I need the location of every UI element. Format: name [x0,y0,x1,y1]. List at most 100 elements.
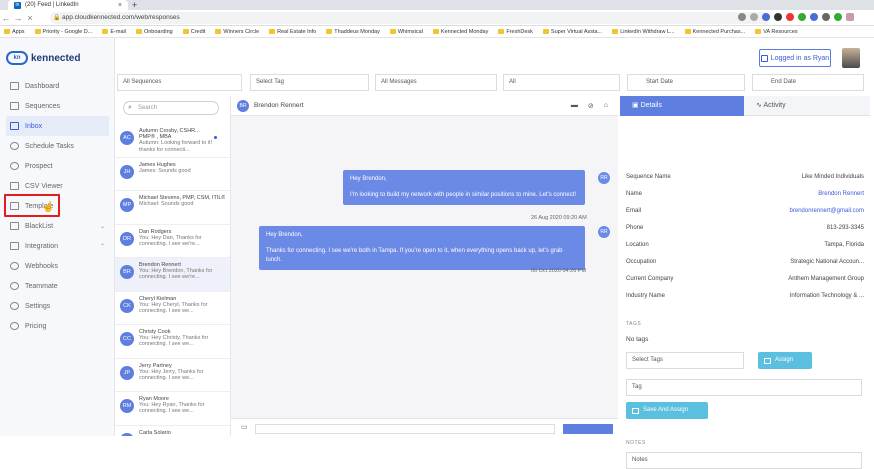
conversation-text: Brendon RennertYou: Hey Brendon, Thanks … [139,262,227,291]
bookmark-item[interactable]: LinkedIn Withdraw L... [612,29,674,35]
sidebar-item-sequences[interactable]: Sequences [0,96,115,116]
extension-icon[interactable] [834,13,842,21]
reload-icon[interactable]: × [24,13,36,23]
sidebar-item-blacklist[interactable]: BlackList⌄ [0,216,115,236]
extension-icon[interactable] [786,13,794,21]
avatar: AC [120,131,134,145]
assign-icon [764,358,771,364]
list-item[interactable]: RMRyan MooreYou: Hey Ryan, Thanks for co… [115,392,231,426]
block-icon[interactable]: ⊘ [588,102,594,110]
select-tags-dropdown[interactable]: Select Tags [626,352,744,369]
assign-button[interactable]: Assign [758,352,812,369]
bookmark-label: FreshDesk [506,29,533,35]
bookmark-item[interactable]: Thaddeus Monday [326,29,380,35]
bookmark-label: E-mail [110,29,126,35]
tag-filter[interactable]: Select Tag [250,74,369,91]
message-filter[interactable]: All Messages [375,74,497,91]
sidebar-item-csv-viewer[interactable]: CSV Viewer [0,176,115,196]
clock-icon [10,142,19,150]
avatar: BR [120,265,134,279]
conversation-text: Carla SolarioYou: Hey Carla, Thanks for … [139,430,227,437]
list-item[interactable]: JH James HughesJames: Sounds good [115,158,231,192]
bookmark-label: Real Estate Info [277,29,316,35]
tab-details[interactable]: ▣ Details [620,96,744,116]
list-item[interactable]: CCChristy CookYou: Hey Christy, Thanks f… [115,325,231,359]
notes-input[interactable]: Notes [626,452,862,469]
avatar[interactable] [842,48,860,68]
bookmark-item[interactable]: Kennected Monday [433,29,488,35]
bookmark-item[interactable]: E-mail [102,29,126,35]
avatar: JH [120,165,134,179]
bookmark-item[interactable]: Priority - Google D... [35,29,93,35]
new-tab-button[interactable]: + [132,0,137,10]
start-date-placeholder: Start Date [646,79,673,85]
message-input[interactable] [255,424,555,434]
save-and-assign-button[interactable]: Save And Assign [626,402,708,419]
tab-activity[interactable]: ∿ Activity [744,96,870,116]
tag-input[interactable]: Tag [626,379,862,396]
sidebar-item-settings[interactable]: Settings [0,296,115,316]
key-icon[interactable] [738,13,746,21]
puzzle-icon[interactable] [822,13,830,21]
bookmark-item[interactable]: Credit [183,29,206,35]
start-date-field[interactable]: Start Date [627,74,745,91]
detail-value[interactable]: Brendon Rennert [818,191,864,197]
sidebar-item-schedule-tasks[interactable]: Schedule Tasks [0,136,115,156]
list-item[interactable]: MPMichael Stevens, PMP, CSM, ITIL®Michae… [115,191,231,225]
bookmark-item[interactable]: Real Estate Info [269,29,316,35]
search-input[interactable]: ⌕ Search [123,101,219,115]
list-item[interactable]: CSCarla SolarioYou: Hey Carla, Thanks fo… [115,426,231,437]
sidebar-item-webhooks[interactable]: Webhooks [0,256,115,276]
list-item[interactable]: DRDan RodgersYou: Hey Dan, Thanks for co… [115,225,231,259]
extension-icon[interactable] [798,13,806,21]
back-icon[interactable]: ← [0,13,12,23]
list-item[interactable]: CKCheryl KielmanYou: Hey Cheryl, Thanks … [115,292,231,326]
close-tab-icon[interactable]: × [118,2,122,9]
url-text: app.cloudkennected.com/web/responses [62,14,180,21]
folder-icon [433,29,439,34]
sidebar-item-dashboard[interactable]: Dashboard [0,76,115,96]
bookmark-item[interactable]: Onboarding [136,29,173,35]
bookmark-item[interactable]: Super Virtual Assta... [543,29,602,35]
star-icon[interactable] [750,13,758,21]
archive-icon[interactable]: ▬ [571,102,578,110]
send-button[interactable] [563,424,613,434]
sidebar-item-prospect[interactable]: Prospect [0,156,115,176]
bookmark-item[interactable]: Winners Circle [215,29,259,35]
sidebar-item-teammate[interactable]: Teammate [0,276,115,296]
status-filter[interactable]: All [503,74,620,91]
logo[interactable]: kn kennected [6,51,80,65]
url-field[interactable]: 🔒 app.cloudkennected.com/web/responses [50,12,770,24]
bookmark-item[interactable]: Whimsical [390,29,423,35]
sidebar-item-pricing[interactable]: Pricing [0,316,115,336]
extension-icon[interactable] [810,13,818,21]
browser-tab[interactable]: in (20) Feed | LinkedIn × [8,0,128,10]
conversation-preview: You: Hey Cheryl, Thanks for connecting. … [139,302,227,314]
inbox-tray-icon[interactable]: ⌂ [604,102,608,110]
list-item[interactable]: BR Brendon RennertYou: Hey Brendon, Thank… [115,258,231,292]
detail-value[interactable]: brendonrennert@gmail.com [790,208,864,214]
bookmark-item[interactable]: Apps [4,29,25,35]
extension-icon[interactable] [762,13,770,21]
list-item[interactable]: JPJerry PartneyYou: Hey Jerry, Thanks fo… [115,359,231,393]
detail-label: Sequence Name [626,174,671,180]
conversation-list: ⌕ Search ACAutumn Crosby, CSHR...PMP® , … [115,96,231,436]
sidebar-item-inbox[interactable]: Inbox [6,116,109,136]
sidebar-item-label: Inbox [25,123,42,130]
forward-icon[interactable]: → [12,13,24,23]
sidebar-item-integration[interactable]: Integration⌃ [0,236,115,256]
end-date-field[interactable]: End Date [752,74,864,91]
bookmark-item[interactable]: VA Resources [755,29,797,35]
assign-label: Assign [775,352,793,369]
bookmark-label: Whimsical [398,29,423,35]
conversation-text: James HughesJames: Sounds good [139,162,191,191]
logged-in-user-button[interactable]: Logged in as Ryan [759,49,831,67]
bookmark-item[interactable]: FreshDesk [498,29,533,35]
bookmark-item[interactable]: Kennected Purchas... [685,29,746,35]
list-item[interactable]: ACAutumn Crosby, CSHR...PMP® , MBAAutumn… [115,124,231,158]
sequence-filter[interactable]: All Sequences [117,74,242,91]
sidebar: kn kennected Dashboard Sequences Inbox S… [0,38,115,436]
extension-icon[interactable] [774,13,782,21]
profile-icon[interactable] [846,13,854,21]
save-assign-label: Save And Assign [643,402,688,419]
